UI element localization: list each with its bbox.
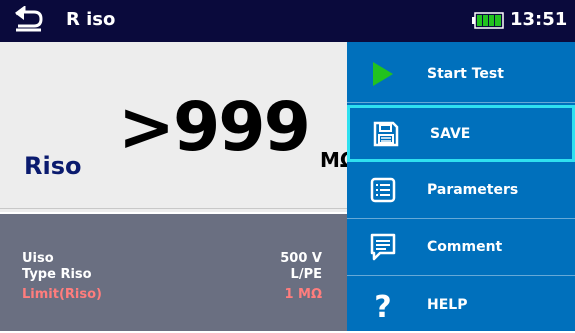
menu-item-parameters[interactable]: Parameters xyxy=(347,162,575,219)
menu-item-start-test[interactable]: Start Test xyxy=(347,46,575,103)
param-row-limit: Limit(Riso) 1 MΩ xyxy=(22,287,322,304)
battery-icon xyxy=(472,12,504,29)
save-icon xyxy=(373,121,399,146)
param-value: 1 MΩ xyxy=(284,287,322,302)
param-row-type-riso: Type Riso L/PE xyxy=(22,267,322,284)
list-icon xyxy=(370,177,396,203)
menu-item-save[interactable]: SAVE xyxy=(347,105,575,162)
svg-text:?: ? xyxy=(374,290,391,320)
result-divider xyxy=(0,208,347,209)
menu-item-help[interactable]: ? HELP xyxy=(347,276,575,333)
param-name: Uiso xyxy=(22,251,54,266)
param-name: Limit(Riso) xyxy=(22,287,102,302)
clock-time: 13:51 xyxy=(510,9,568,30)
menu-item-label: HELP xyxy=(427,296,468,313)
side-menu: Start Test SAVE Parameters Comment ? HEL… xyxy=(347,42,575,331)
menu-item-label: Parameters xyxy=(427,182,519,198)
menu-item-label: SAVE xyxy=(430,125,471,142)
play-icon xyxy=(373,62,393,86)
param-row-uiso: Uiso 500 V xyxy=(22,251,322,268)
header-bar: R iso 13:51 xyxy=(0,0,575,42)
result-display: Riso >999 MΩ Um 526 V xyxy=(0,42,357,245)
menu-item-label: Start Test xyxy=(427,66,504,82)
parameters-panel: Uiso 500 V Type Riso L/PE Limit(Riso) 1 … xyxy=(0,214,347,331)
back-arrow-icon[interactable] xyxy=(12,6,44,34)
param-value: 500 V xyxy=(280,251,322,266)
param-name: Type Riso xyxy=(22,267,92,282)
riso-label: Riso xyxy=(24,152,82,180)
riso-value: >999 xyxy=(118,88,311,167)
param-value: L/PE xyxy=(290,267,322,282)
help-icon: ? xyxy=(374,290,391,320)
menu-item-comment[interactable]: Comment xyxy=(347,219,575,276)
comment-icon xyxy=(370,233,396,261)
page-title: R iso xyxy=(66,9,116,30)
menu-item-label: Comment xyxy=(427,239,503,255)
